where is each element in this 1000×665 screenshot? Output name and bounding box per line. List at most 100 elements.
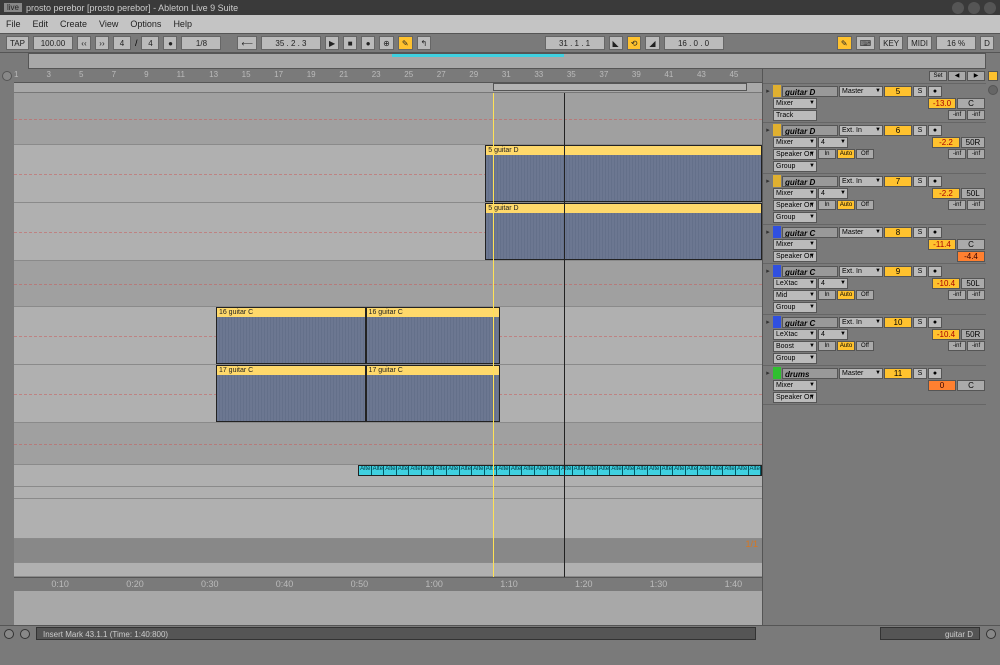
track-lane-guitar-d-2[interactable]: 5 guitar D <box>14 203 762 261</box>
midi-clip-segment[interactable]: Alte <box>686 466 699 475</box>
channel-dropdown[interactable]: 4 <box>818 137 848 148</box>
track-color-swatch[interactable] <box>773 265 781 277</box>
channel-dropdown[interactable]: 4 <box>818 329 848 340</box>
volume-field[interactable]: -2.2 <box>932 137 960 148</box>
browser-toggle-icon[interactable] <box>2 71 12 81</box>
send-a[interactable]: -inf <box>948 200 966 210</box>
midi-clip-segment[interactable]: Alte <box>434 466 447 475</box>
pan-field[interactable]: 50L <box>961 278 985 289</box>
monitor-in-button[interactable]: In <box>818 200 836 210</box>
track-name[interactable]: guitar C <box>782 266 838 277</box>
track-name[interactable]: guitar D <box>782 176 838 187</box>
track-lane-guitar-c-2[interactable]: 17 guitar C 17 guitar C <box>14 365 762 423</box>
track-color-swatch[interactable] <box>773 226 781 238</box>
track-fold-button[interactable]: ▸ <box>764 228 772 236</box>
tap-tempo-button[interactable]: TAP <box>6 36 29 50</box>
volume-field[interactable]: -2.2 <box>932 188 960 199</box>
track-lane-drums[interactable]: AlteAlteAlteAlteAlteAlteAlteAlteAlteAlte… <box>14 465 762 487</box>
device-dropdown[interactable]: Mixer <box>773 239 817 250</box>
midi-clip-segment[interactable]: Alte <box>497 466 510 475</box>
track-activator[interactable]: 7 <box>884 176 912 187</box>
monitor-in-button[interactable]: In <box>818 149 836 159</box>
volume-field[interactable]: -10.4 <box>932 329 960 340</box>
midi-clip-segment[interactable]: Alte <box>661 466 674 475</box>
track-lane-guitar-d-group[interactable] <box>14 93 762 145</box>
insert-marker[interactable] <box>564 93 565 577</box>
audio-clip[interactable]: 5 guitar D <box>485 203 762 260</box>
track-lane-master[interactable] <box>14 563 762 577</box>
midi-clip-segment[interactable]: Alte <box>560 466 573 475</box>
volume-field[interactable]: -11.4 <box>928 239 956 250</box>
arm-button[interactable]: ● <box>928 125 942 136</box>
channel-dropdown[interactable]: 4 <box>818 278 848 289</box>
send-a[interactable]: -inf <box>948 341 966 351</box>
arm-button[interactable]: ● <box>928 86 942 97</box>
track-fold-button[interactable]: ▸ <box>764 369 772 377</box>
playhead[interactable] <box>493 93 494 577</box>
param-dropdown[interactable]: Speaker On <box>773 251 817 262</box>
loop-start[interactable]: 31 . 1 . 1 <box>545 36 605 50</box>
audio-clip[interactable]: 17 guitar C <box>366 365 501 422</box>
track-activator[interactable]: 6 <box>884 125 912 136</box>
nudge-down-button[interactable]: ‹‹ <box>77 36 91 50</box>
loop-switch[interactable]: ⟲ <box>627 36 642 50</box>
pan-field[interactable]: 50R <box>961 329 985 340</box>
send-a[interactable]: -inf <box>948 149 966 159</box>
track-fold-button[interactable]: ▸ <box>764 87 772 95</box>
midi-clip-segment[interactable]: Alte <box>749 466 762 475</box>
midi-clip-segment[interactable]: Alte <box>472 466 485 475</box>
track-activator[interactable]: 9 <box>884 266 912 277</box>
send-field[interactable]: -4.4 <box>957 251 985 262</box>
midi-clip-segment[interactable]: Alte <box>635 466 648 475</box>
audio-clip[interactable]: 17 guitar C <box>216 365 366 422</box>
track-lane-return-a[interactable] <box>14 487 762 499</box>
tempo-field[interactable]: 100.00 <box>33 36 73 50</box>
audio-clip[interactable]: 16 guitar C <box>216 307 366 364</box>
midi-clip-segment[interactable]: Alte <box>736 466 749 475</box>
loop-length[interactable]: 16 . 0 . 0 <box>664 36 724 50</box>
param-dropdown[interactable]: Speaker On <box>773 200 817 211</box>
key-map-button[interactable]: KEY <box>879 36 903 50</box>
clip-title[interactable]: 16 guitar C <box>217 308 365 317</box>
track-color-swatch[interactable] <box>773 367 781 379</box>
punch-out-button[interactable]: ◢ <box>645 36 659 50</box>
time-sig-numerator[interactable]: 4 <box>113 36 131 50</box>
monitor-off-button[interactable]: Off <box>856 200 874 210</box>
midi-clip-segment[interactable]: Alte <box>522 466 535 475</box>
monitor-in-button[interactable]: In <box>818 290 836 300</box>
volume-field[interactable]: -10.4 <box>932 278 960 289</box>
monitor-in-button[interactable]: In <box>818 341 836 351</box>
group-dropdown[interactable]: Group <box>773 212 817 223</box>
track-name[interactable]: drums <box>782 368 838 379</box>
io-routing-dropdown[interactable]: Master <box>839 227 883 238</box>
track-activator[interactable]: 10 <box>884 317 912 328</box>
track-name[interactable]: guitar D <box>782 86 838 97</box>
device-dropdown[interactable]: LeXtac <box>773 278 817 289</box>
track-name[interactable]: guitar D <box>782 125 838 136</box>
midi-clip-segment[interactable]: Alte <box>372 466 385 475</box>
locator-lane[interactable] <box>14 83 762 93</box>
quantize-menu[interactable]: 1/8 <box>181 36 221 50</box>
arm-button[interactable]: ● <box>928 368 942 379</box>
arrangement-view[interactable]: 1357911131517192123252729313335373941434… <box>14 69 762 625</box>
track-fold-button[interactable]: ▸ <box>764 126 772 134</box>
arrangement-position[interactable]: 35 . 2 . 3 <box>261 36 321 50</box>
monitor-auto-button[interactable]: Auto <box>837 341 855 351</box>
send-b[interactable]: -inf <box>967 110 985 120</box>
arm-button[interactable]: ● <box>928 176 942 187</box>
param-dropdown[interactable]: Boost <box>773 341 817 352</box>
prev-locator-button[interactable]: ◀ <box>948 71 966 81</box>
monitor-auto-button[interactable]: Auto <box>837 149 855 159</box>
clip-title[interactable]: 17 guitar C <box>217 366 365 375</box>
overdub-button[interactable]: ⊕ <box>379 36 394 50</box>
arrangement-overview[interactable] <box>28 53 986 69</box>
monitor-off-button[interactable]: Off <box>856 290 874 300</box>
io-routing-dropdown[interactable]: Master <box>839 86 883 97</box>
send-b[interactable]: -inf <box>967 200 985 210</box>
monitor-off-button[interactable]: Off <box>856 149 874 159</box>
clip-title[interactable]: 16 guitar C <box>367 308 500 317</box>
track-lane-drums-group[interactable] <box>14 423 762 465</box>
io-routing-dropdown[interactable]: Master <box>839 368 883 379</box>
menu-options[interactable]: Options <box>130 19 161 29</box>
track-fold-button[interactable]: ▸ <box>764 177 772 185</box>
